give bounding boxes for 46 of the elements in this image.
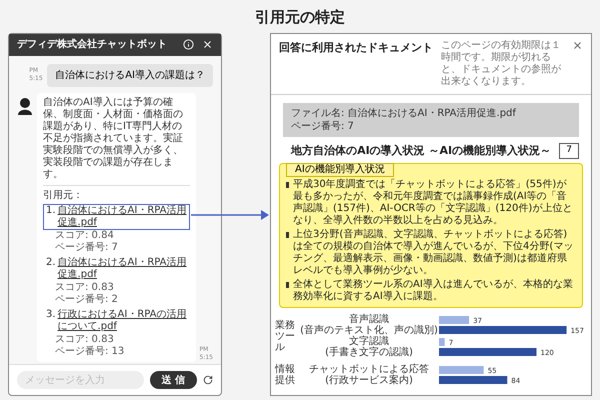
user-message: 自治体におけるAI導入の課題は？: [47, 64, 213, 86]
summary-tag: AIの機能別導入状況: [286, 163, 394, 177]
expiry-notice: このページの有効期限は１時間です。期限が切れると、ドキュメントの参照が出来なくなります。: [441, 40, 562, 88]
bot-avatar-icon: [17, 96, 33, 114]
bar: [439, 366, 484, 374]
refresh-icon[interactable]: [203, 375, 213, 385]
chat-title: デフィデ株式会社チャットボット: [17, 38, 168, 52]
bullet-icon: [286, 232, 289, 238]
close-icon[interactable]: [202, 39, 213, 50]
bar: [439, 326, 567, 334]
source-score: スコア: 0.83: [54, 282, 115, 294]
group-label: 情報提供: [275, 364, 296, 386]
source-score: スコア: 0.84: [54, 230, 115, 242]
summary-bullet: 全体として業務ツール系のAI導入は進んでいるが、本格的な業務効率化に資するAI導入に課題。: [293, 279, 574, 303]
bullet-icon: [286, 182, 289, 188]
source-link[interactable]: 1. 自治体におけるAI・RPA活用促進.pdf: [43, 204, 190, 230]
page-title: 引用元の特定: [255, 7, 345, 28]
source-page: ページ番号: 7: [54, 242, 119, 254]
page-number: ページ番号: 7: [291, 120, 355, 132]
sources-label: 引用元：: [43, 190, 84, 202]
bar: [439, 376, 508, 384]
category-label: チャットボットによる応答: [309, 364, 429, 375]
summary-bullet: 平成30年度調査では「チャットボットによる応答」(55件)が最も多かったが、令和元年度調査では議事録作成(AI等の「音声認識」(157件)、AI-OCR等の「文字認識」(120件)が上位となり、全導入件数の半数以上を占める見込み。: [293, 179, 574, 227]
document-page-number: 7: [559, 143, 579, 158]
info-icon[interactable]: [183, 39, 194, 50]
category-label: 文字認識: [349, 336, 389, 347]
viewer-title: 回答に利用されたドキュメント: [279, 40, 433, 56]
bullet-icon: [286, 282, 289, 288]
summary-bullet: 上位3分野(音声認識、文字認識、チャットボットによる応答)は全ての規模の自治体で導入が進んでいるが、下位4分野(マッチング、最適解表示、画像・動画認識、数値予測)は都道府県レベルでも導入事例が少ない。: [293, 229, 574, 277]
answer-text: 自治体のAI導入には予算の確保、制度面・人材面・価格面の課題があり、特にIT専門人材の不足が指摘されています。実証実験段階での無償導入が多く、実装段階での課題が存在します。: [43, 96, 184, 180]
category-note: (手書き文字の認識): [325, 347, 413, 358]
source-link[interactable]: 2. 自治体におけるAI・RPA活用促進.pdf: [43, 256, 190, 282]
category-label: 音声認識: [349, 314, 389, 325]
file-name: ファイル名: 自治体におけるAI・RPA活用促進.pdf: [291, 106, 518, 120]
close-icon[interactable]: [572, 40, 583, 50]
send-button[interactable]: 送 信: [150, 371, 197, 389]
group-label: 業務ツール: [275, 320, 296, 352]
category-note: (行政サービス案内): [325, 375, 413, 386]
arrow-icon: [190, 210, 269, 220]
category-note: (音声のテキスト化、声の識別): [300, 325, 438, 336]
source-link[interactable]: 3. 行政におけるAI・RPAの活用について.pdf: [43, 308, 190, 334]
source-score: スコア: 0.83: [54, 334, 115, 346]
source-page: ページ番号: 2: [54, 294, 119, 306]
source-page: ページ番号: 13: [54, 346, 126, 358]
document-title: 地方自治体のAIの導入状況 ～AIの機能別導入状況～: [290, 142, 552, 158]
bar: [439, 316, 470, 324]
